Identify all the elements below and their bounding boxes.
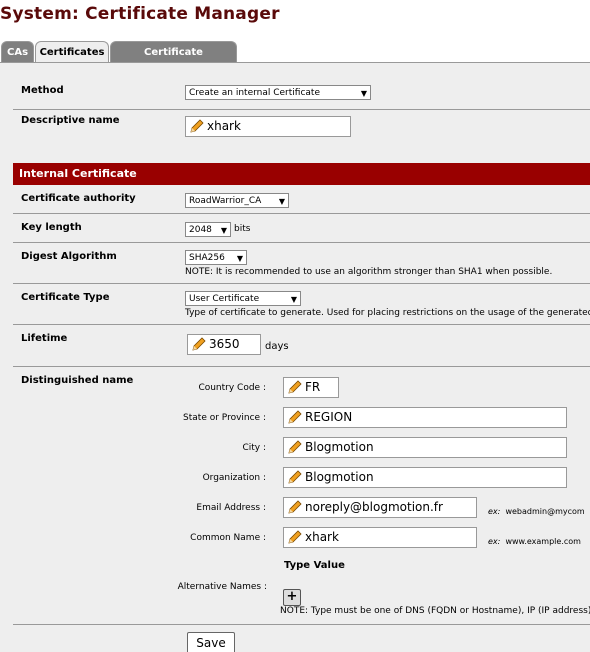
alternative-names-label: Alternative Names : — [177, 582, 267, 592]
chevron-down-icon: ▼ — [290, 295, 297, 304]
key-length-select[interactable]: 2048 ▼ — [185, 222, 231, 237]
digest-select[interactable]: SHA256 ▼ — [185, 250, 247, 265]
chevron-down-icon: ▼ — [278, 197, 285, 206]
distinguished-name-label: Distinguished name — [21, 375, 134, 386]
cert-type-note: Type of certificate to generate. Used fo… — [185, 308, 590, 318]
country-code-value: FR — [305, 380, 321, 394]
save-button[interactable]: Save — [187, 632, 235, 652]
digest-label: Digest Algorithm — [21, 251, 117, 262]
lifetime-value: 3650 — [209, 337, 240, 351]
chevron-down-icon: ▼ — [236, 254, 243, 263]
cert-type-select[interactable]: User Certificate ▼ — [185, 291, 301, 306]
pencil-icon — [288, 380, 302, 394]
pencil-icon — [288, 440, 302, 454]
type-value-header: Type Value — [284, 560, 345, 571]
city-value: Blogmotion — [305, 440, 374, 454]
common-name-example-prefix: ex: — [488, 537, 501, 546]
chevron-down-icon: ▼ — [360, 89, 367, 98]
common-name-example: ex: www.example.com — [488, 537, 581, 546]
alternative-names-note: NOTE: Type must be one of DNS (FQDN or H… — [280, 606, 590, 616]
lifetime-row: Lifetime 3650 days — [13, 324, 590, 367]
certificate-panel: Method Create an internal Certificate ▼ … — [0, 62, 590, 652]
method-row: Method Create an internal Certificate ▼ — [13, 63, 590, 110]
state-input[interactable]: REGION — [283, 407, 567, 428]
add-icon[interactable]: + — [283, 589, 301, 606]
pencil-icon — [288, 410, 302, 424]
common-name-label: Common Name : — [190, 533, 266, 543]
pencil-icon — [288, 530, 302, 544]
key-length-label: Key length — [21, 222, 82, 233]
state-value: REGION — [305, 410, 353, 424]
organization-value: Blogmotion — [305, 470, 374, 484]
ca-value: RoadWarrior_CA — [189, 196, 262, 206]
descriptive-name-label: Descriptive name — [21, 115, 120, 126]
digest-note: NOTE: It is recommended to use an algori… — [185, 267, 553, 277]
common-name-value: xhark — [305, 530, 339, 544]
lifetime-input[interactable]: 3650 — [187, 334, 261, 355]
key-length-row: Key length 2048 ▼ bits — [13, 213, 590, 243]
descriptive-name-input[interactable]: xhark — [185, 116, 351, 137]
cert-type-label: Certificate Type — [21, 292, 110, 303]
key-length-value: 2048 — [189, 225, 212, 235]
pencil-icon — [190, 119, 204, 133]
key-length-unit: bits — [234, 224, 251, 234]
common-name-example-value: www.example.com — [505, 537, 581, 546]
cert-type-value: User Certificate — [189, 294, 260, 304]
ca-select[interactable]: RoadWarrior_CA ▼ — [185, 193, 289, 208]
organization-input[interactable]: Blogmotion — [283, 467, 567, 488]
ca-row: Certificate authority RoadWarrior_CA ▼ — [13, 185, 590, 214]
city-input[interactable]: Blogmotion — [283, 437, 567, 458]
city-label: City : — [242, 443, 266, 453]
lifetime-unit: days — [265, 341, 289, 352]
page-title: System: Certificate Manager — [0, 4, 280, 24]
distinguished-name-row: Distinguished name Country Code : FR Sta… — [13, 366, 590, 625]
email-input[interactable]: noreply@blogmotion.fr — [283, 497, 477, 518]
pencil-icon — [192, 337, 206, 351]
lifetime-label: Lifetime — [21, 333, 68, 344]
email-example-prefix: ex: — [488, 507, 501, 516]
internal-certificate-header: Internal Certificate — [13, 163, 590, 185]
email-example-value: webadmin@mycom — [505, 507, 585, 516]
pencil-icon — [288, 470, 302, 484]
common-name-input[interactable]: xhark — [283, 527, 477, 548]
tab-cas[interactable]: CAs — [1, 41, 34, 62]
method-select[interactable]: Create an internal Certificate ▼ — [185, 85, 371, 100]
method-label: Method — [21, 85, 64, 96]
email-label: Email Address : — [196, 503, 266, 513]
ca-label: Certificate authority — [21, 193, 136, 204]
email-value: noreply@blogmotion.fr — [305, 500, 443, 514]
tab-certificates[interactable]: Certificates — [35, 41, 109, 63]
chevron-down-icon: ▼ — [220, 226, 227, 235]
pencil-icon — [288, 500, 302, 514]
email-example: ex: webadmin@mycom — [488, 507, 585, 516]
tab-certificate-revocation[interactable]: Certificate Revocation — [110, 41, 237, 79]
country-code-input[interactable]: FR — [283, 377, 339, 398]
country-code-label: Country Code : — [198, 383, 266, 393]
digest-value: SHA256 — [189, 253, 225, 263]
digest-row: Digest Algorithm SHA256 ▼ NOTE: It is re… — [13, 242, 590, 284]
cert-type-row: Certificate Type User Certificate ▼ Type… — [13, 283, 590, 325]
descriptive-name-value: xhark — [207, 119, 241, 133]
method-value: Create an internal Certificate — [189, 88, 320, 98]
organization-label: Organization : — [202, 473, 266, 483]
state-label: State or Province : — [183, 413, 266, 423]
descriptive-name-row: Descriptive name xhark — [13, 109, 590, 149]
